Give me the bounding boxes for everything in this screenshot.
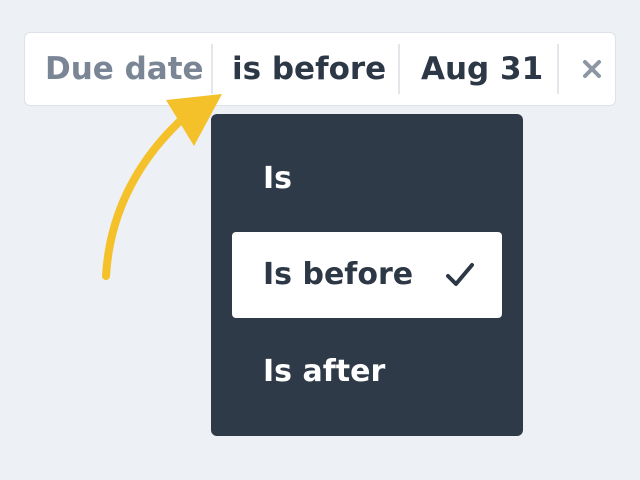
divider xyxy=(211,44,213,94)
filter-operator-button[interactable]: is before xyxy=(232,33,386,105)
option-label: Is before xyxy=(263,257,414,292)
dropdown-option-is-before[interactable]: Is before xyxy=(232,232,502,318)
filter-value-button[interactable]: Aug 31 xyxy=(421,33,543,105)
divider xyxy=(557,44,559,94)
dropdown-option-is-after[interactable]: Is after xyxy=(232,329,502,415)
close-icon xyxy=(583,60,601,78)
option-label: Is after xyxy=(263,354,386,389)
option-label: Is xyxy=(263,161,293,196)
remove-filter-button[interactable] xyxy=(569,46,615,92)
filter-chip: Due date is before Aug 31 xyxy=(24,32,616,106)
checkmark-icon xyxy=(446,263,474,286)
operator-dropdown-menu: Is Is before Is after xyxy=(211,114,523,436)
filter-field-button[interactable]: Due date xyxy=(45,33,204,105)
dropdown-option-is[interactable]: Is xyxy=(232,136,502,222)
divider xyxy=(398,44,400,94)
